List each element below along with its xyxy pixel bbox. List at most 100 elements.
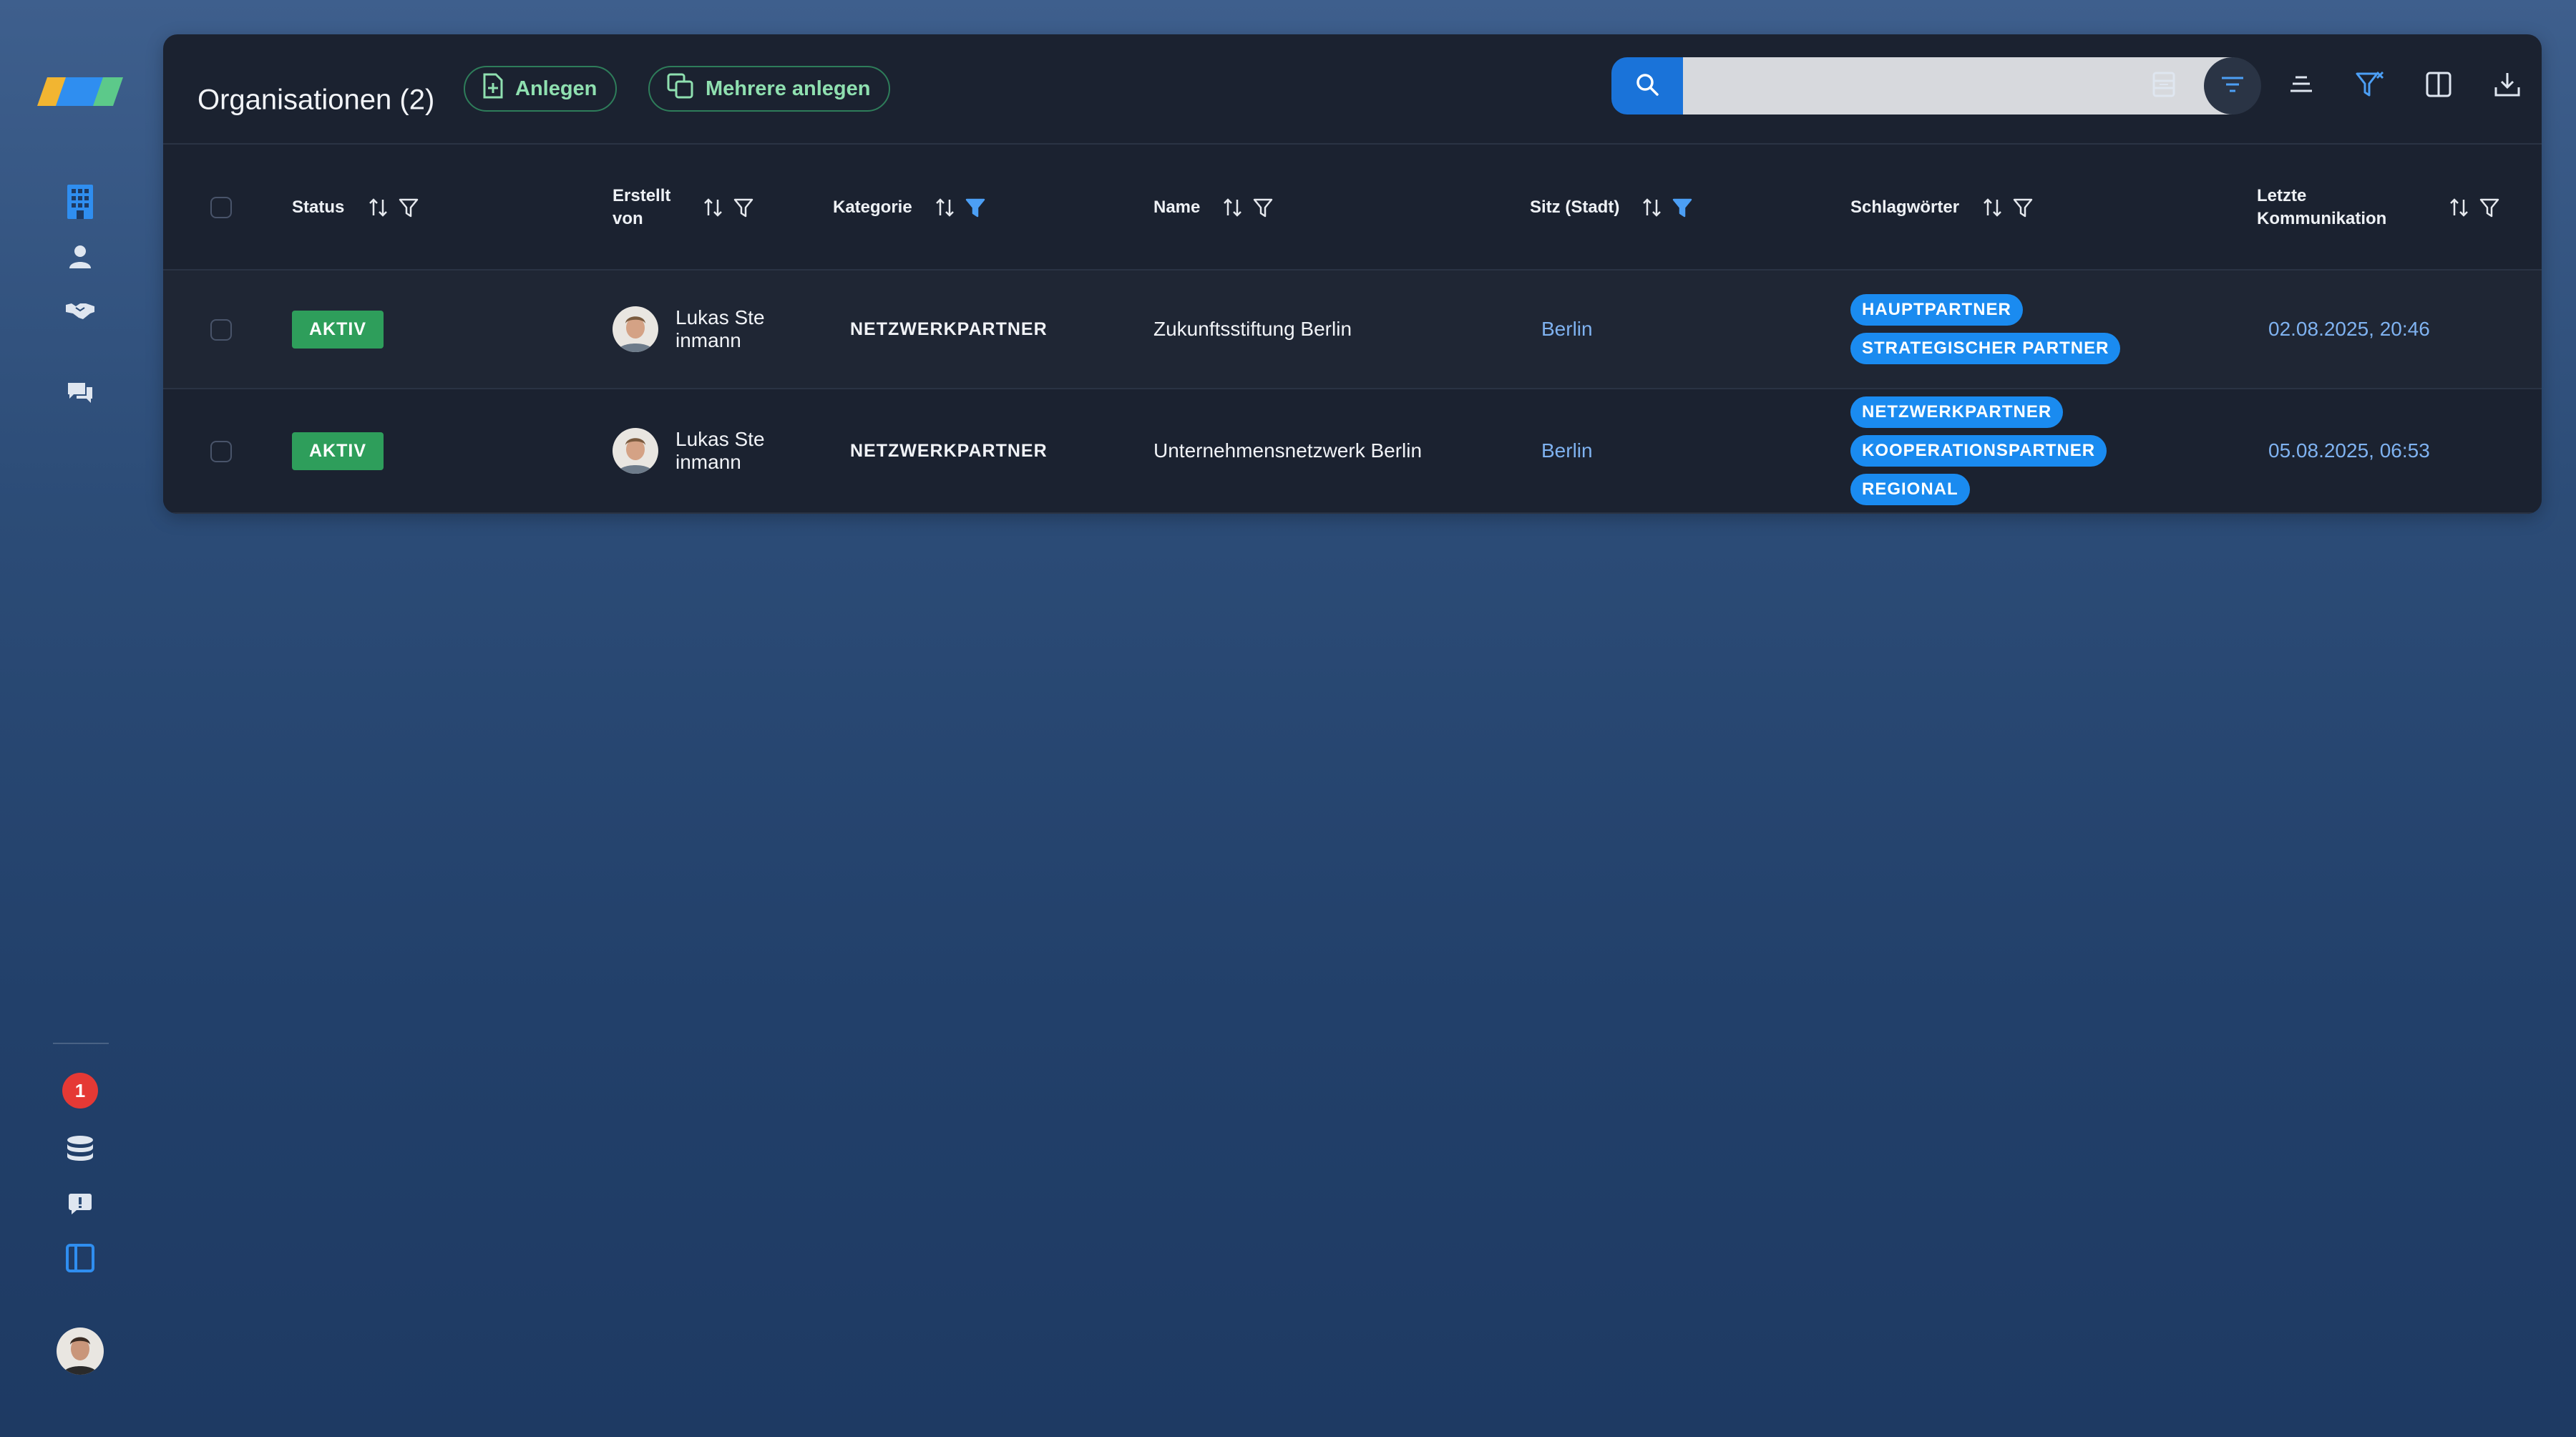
column-header-category: Kategorie — [833, 198, 912, 217]
data-nav-button[interactable] — [52, 1128, 109, 1171]
user-avatar[interactable] — [57, 1328, 104, 1375]
sort-icon[interactable] — [2449, 197, 2470, 218]
add-multiple-button[interactable]: Mehrere anlegen — [648, 66, 891, 112]
column-header-last-communication: Letzte Kommunikation — [2257, 186, 2387, 228]
row-checkbox[interactable] — [210, 441, 232, 462]
status-cell: AKTIV — [292, 389, 384, 512]
panel-toolbar: Organisationen (2) Anlegen Mehrere anleg… — [163, 34, 2542, 145]
column-header-created-by: Erstellt von — [613, 186, 671, 228]
created-by-cell: Lukas Steinmann — [613, 271, 769, 388]
chat-icon — [67, 381, 94, 403]
sort-icon[interactable] — [1222, 197, 1244, 218]
copy-icon — [667, 73, 694, 104]
filter-icon[interactable] — [398, 197, 419, 218]
tags-header-actions — [1982, 145, 2034, 271]
person-icon — [68, 244, 92, 268]
table-header: Status Erstellt von Kategorie Name Sitz … — [163, 145, 2542, 271]
filter-active-icon[interactable] — [965, 197, 986, 218]
toggle-panel-button[interactable] — [52, 1237, 109, 1280]
feedback-icon — [68, 1192, 92, 1215]
communication-nav-button[interactable] — [52, 371, 109, 414]
last-communication-cell: 05.08.2025, 06:53 — [2268, 439, 2430, 462]
add-button-label: Anlegen — [515, 77, 597, 100]
creator-avatar — [613, 428, 658, 474]
tag-chip[interactable]: HAUPTPARTNER — [1850, 294, 2023, 326]
clear-filter-icon — [2356, 71, 2384, 102]
persons-nav-button[interactable] — [52, 235, 109, 278]
organizations-panel: Organisationen (2) Anlegen Mehrere anleg… — [163, 34, 2542, 514]
city-header-actions — [1641, 145, 1693, 271]
align-icon — [2289, 75, 2313, 97]
creator-name: Lukas Steinmann — [675, 306, 765, 351]
add-multiple-button-label: Mehrere anlegen — [706, 77, 871, 100]
name-cell: Unternehmensnetzwerk Berlin — [1153, 439, 1423, 462]
status-cell: AKTIV — [292, 271, 384, 388]
sort-icon[interactable] — [935, 197, 956, 218]
sidebar-divider — [53, 1043, 109, 1044]
add-file-icon — [482, 73, 504, 104]
creator-avatar — [613, 306, 658, 352]
sort-icon[interactable] — [703, 197, 724, 218]
clear-filter-button[interactable] — [2341, 57, 2399, 115]
city-cell[interactable]: Berlin — [1541, 389, 1593, 512]
handshake-icon — [66, 301, 94, 321]
database-icon — [66, 1135, 94, 1164]
filter-icon[interactable] — [733, 197, 754, 218]
filter-icon[interactable] — [1252, 197, 1274, 218]
city-link[interactable]: Berlin — [1541, 318, 1593, 341]
align-button[interactable] — [2273, 57, 2330, 115]
column-header-name: Name — [1153, 198, 1201, 217]
app-logo[interactable] — [37, 74, 123, 109]
creator-name: Lukas Steinmann — [675, 428, 765, 473]
sidebar: 1 — [0, 0, 160, 1437]
tag-chip[interactable]: NETZWERKPARTNER — [1850, 396, 2064, 428]
tag-chip[interactable]: STRATEGISCHER PARTNER — [1850, 333, 2121, 364]
organizations-nav-button[interactable] — [52, 180, 109, 223]
sort-icon[interactable] — [1982, 197, 2004, 218]
notifications-button[interactable]: 1 — [52, 1069, 109, 1112]
columns-button[interactable] — [2410, 57, 2467, 115]
filter-icon[interactable] — [2479, 197, 2500, 218]
building-icon — [66, 185, 94, 219]
name-cell: Zukunftsstiftung Berlin — [1153, 318, 1352, 340]
notification-badge: 1 — [62, 1073, 98, 1109]
filter-lines-icon — [2220, 76, 2245, 97]
density-button[interactable] — [2135, 57, 2192, 115]
search-icon — [1635, 72, 1659, 100]
column-header-tags: Schlagwörter — [1850, 198, 1960, 217]
status-header-actions — [368, 145, 419, 271]
status-badge: AKTIV — [292, 310, 384, 349]
tags-cell: NETZWERKPARTNER KOOPERATIONSPARTNER REGI… — [1850, 389, 2107, 512]
add-button[interactable]: Anlegen — [464, 66, 618, 112]
category-cell: NETZWERKPARTNER — [850, 440, 1048, 461]
row-checkbox[interactable] — [210, 319, 232, 341]
category-cell: NETZWERKPARTNER — [850, 318, 1048, 339]
city-link[interactable]: Berlin — [1541, 439, 1593, 462]
sort-icon[interactable] — [1641, 197, 1663, 218]
created-by-cell: Lukas Steinmann — [613, 389, 769, 512]
table-row[interactable]: AKTIV Lukas Steinmann NETZWERKPARTNER Zu… — [163, 271, 2542, 389]
filter-lines-button[interactable] — [2204, 57, 2261, 115]
table-row[interactable]: AKTIV Lukas Steinmann NETZWERKPARTNER Un… — [163, 389, 2542, 514]
download-icon — [2494, 72, 2520, 101]
filter-active-icon[interactable] — [1672, 197, 1693, 218]
city-cell[interactable]: Berlin — [1541, 271, 1593, 388]
status-badge: AKTIV — [292, 432, 384, 470]
columns-icon — [2426, 72, 2451, 101]
tags-cell: HAUPTPARTNER STRATEGISCHER PARTNER — [1850, 271, 2121, 388]
density-icon — [2152, 72, 2175, 101]
tag-chip[interactable]: KOOPERATIONSPARTNER — [1850, 435, 2107, 467]
filter-icon[interactable] — [2012, 197, 2034, 218]
download-button[interactable] — [2479, 57, 2536, 115]
sort-icon[interactable] — [368, 197, 389, 218]
search-button[interactable] — [1611, 57, 1683, 115]
last-communication-cell: 02.08.2025, 20:46 — [2268, 318, 2430, 340]
tag-chip[interactable]: REGIONAL — [1850, 474, 1970, 505]
category-header-actions — [935, 145, 986, 271]
select-all-checkbox[interactable] — [210, 197, 232, 218]
partners-nav-button[interactable] — [52, 289, 109, 332]
created-by-header-actions — [703, 145, 754, 271]
column-header-city: Sitz (Stadt) — [1530, 198, 1620, 217]
page-title: Organisationen (2) — [197, 84, 435, 116]
feedback-button[interactable] — [52, 1182, 109, 1225]
